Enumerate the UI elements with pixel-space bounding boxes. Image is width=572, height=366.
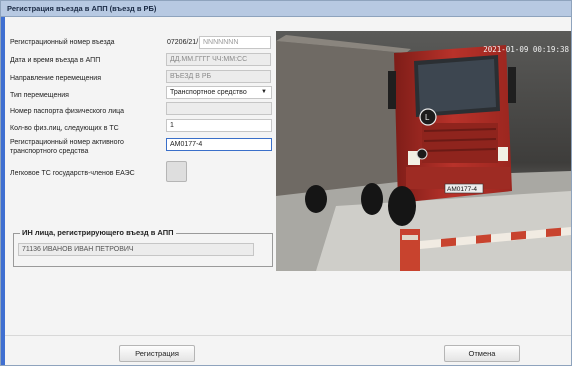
direction-label: Направление перемещения [10,75,101,82]
dropdown-arrow-icon: ▼ [261,89,267,95]
license-plate-text: AM0177-4 [447,186,477,193]
direction-field: ВЪЕЗД В РБ [166,70,271,83]
truck-photo-image: L AM0177-4 [276,31,571,271]
camera-timestamp: 2021-01-09 00:19:38 [483,45,569,54]
registration-window: Регистрация въезда в АПП (въезд в РБ) Ре… [0,0,572,366]
datetime-label: Дата и время въезда в АПП [10,57,101,64]
reg-number-prefix: 07206/21/ [167,39,199,46]
persons-label: Кол-во физ.лиц, следующих в ТС [10,125,119,132]
vehicle-reg-label: Регистрационный номер активного транспор… [10,139,124,155]
persons-input[interactable]: 1 [166,119,272,132]
passport-field [166,102,272,115]
window-title: Регистрация въезда в АПП (въезд в РБ) [7,4,157,13]
reg-number-input[interactable]: NNNNNNN [199,36,271,49]
svg-text:L: L [425,113,430,122]
eaeu-vehicle-label: Легковое ТС государств-членов ЕАЭС [10,170,135,177]
left-accent-bar [1,17,5,365]
camera-snapshot: L AM0177-4 2021-01-09 00:19:38 [276,31,571,271]
move-type-value: Транспортное средство [170,89,247,96]
move-type-select[interactable]: Транспортное средство ▼ [166,86,272,99]
reg-number-label: Регистрационный номер въезда [10,39,115,46]
eaeu-vehicle-toggle[interactable] [166,161,187,182]
registrar-legend: ИН лица, регистрирующего въезд в АПП [20,228,176,237]
move-type-label: Тип перемещения [10,92,69,99]
vehicle-reg-input[interactable]: AM0177-4 [166,138,272,151]
registrar-field: 71136 ИВАНОВ ИВАН ПЕТРОВИЧ [18,243,254,256]
cancel-button[interactable]: Отмена [444,345,520,362]
register-button[interactable]: Регистрация [119,345,195,362]
footer-divider [5,335,571,336]
datetime-field: ДД.ММ.ГГГГ ЧЧ:ММ:СС [166,53,271,66]
registrar-groupbox: ИН лица, регистрирующего въезд в АПП 711… [13,228,273,267]
title-bar: Регистрация въезда в АПП (въезд в РБ) [1,1,571,17]
passport-label: Номер паспорта физического лица [10,108,125,115]
